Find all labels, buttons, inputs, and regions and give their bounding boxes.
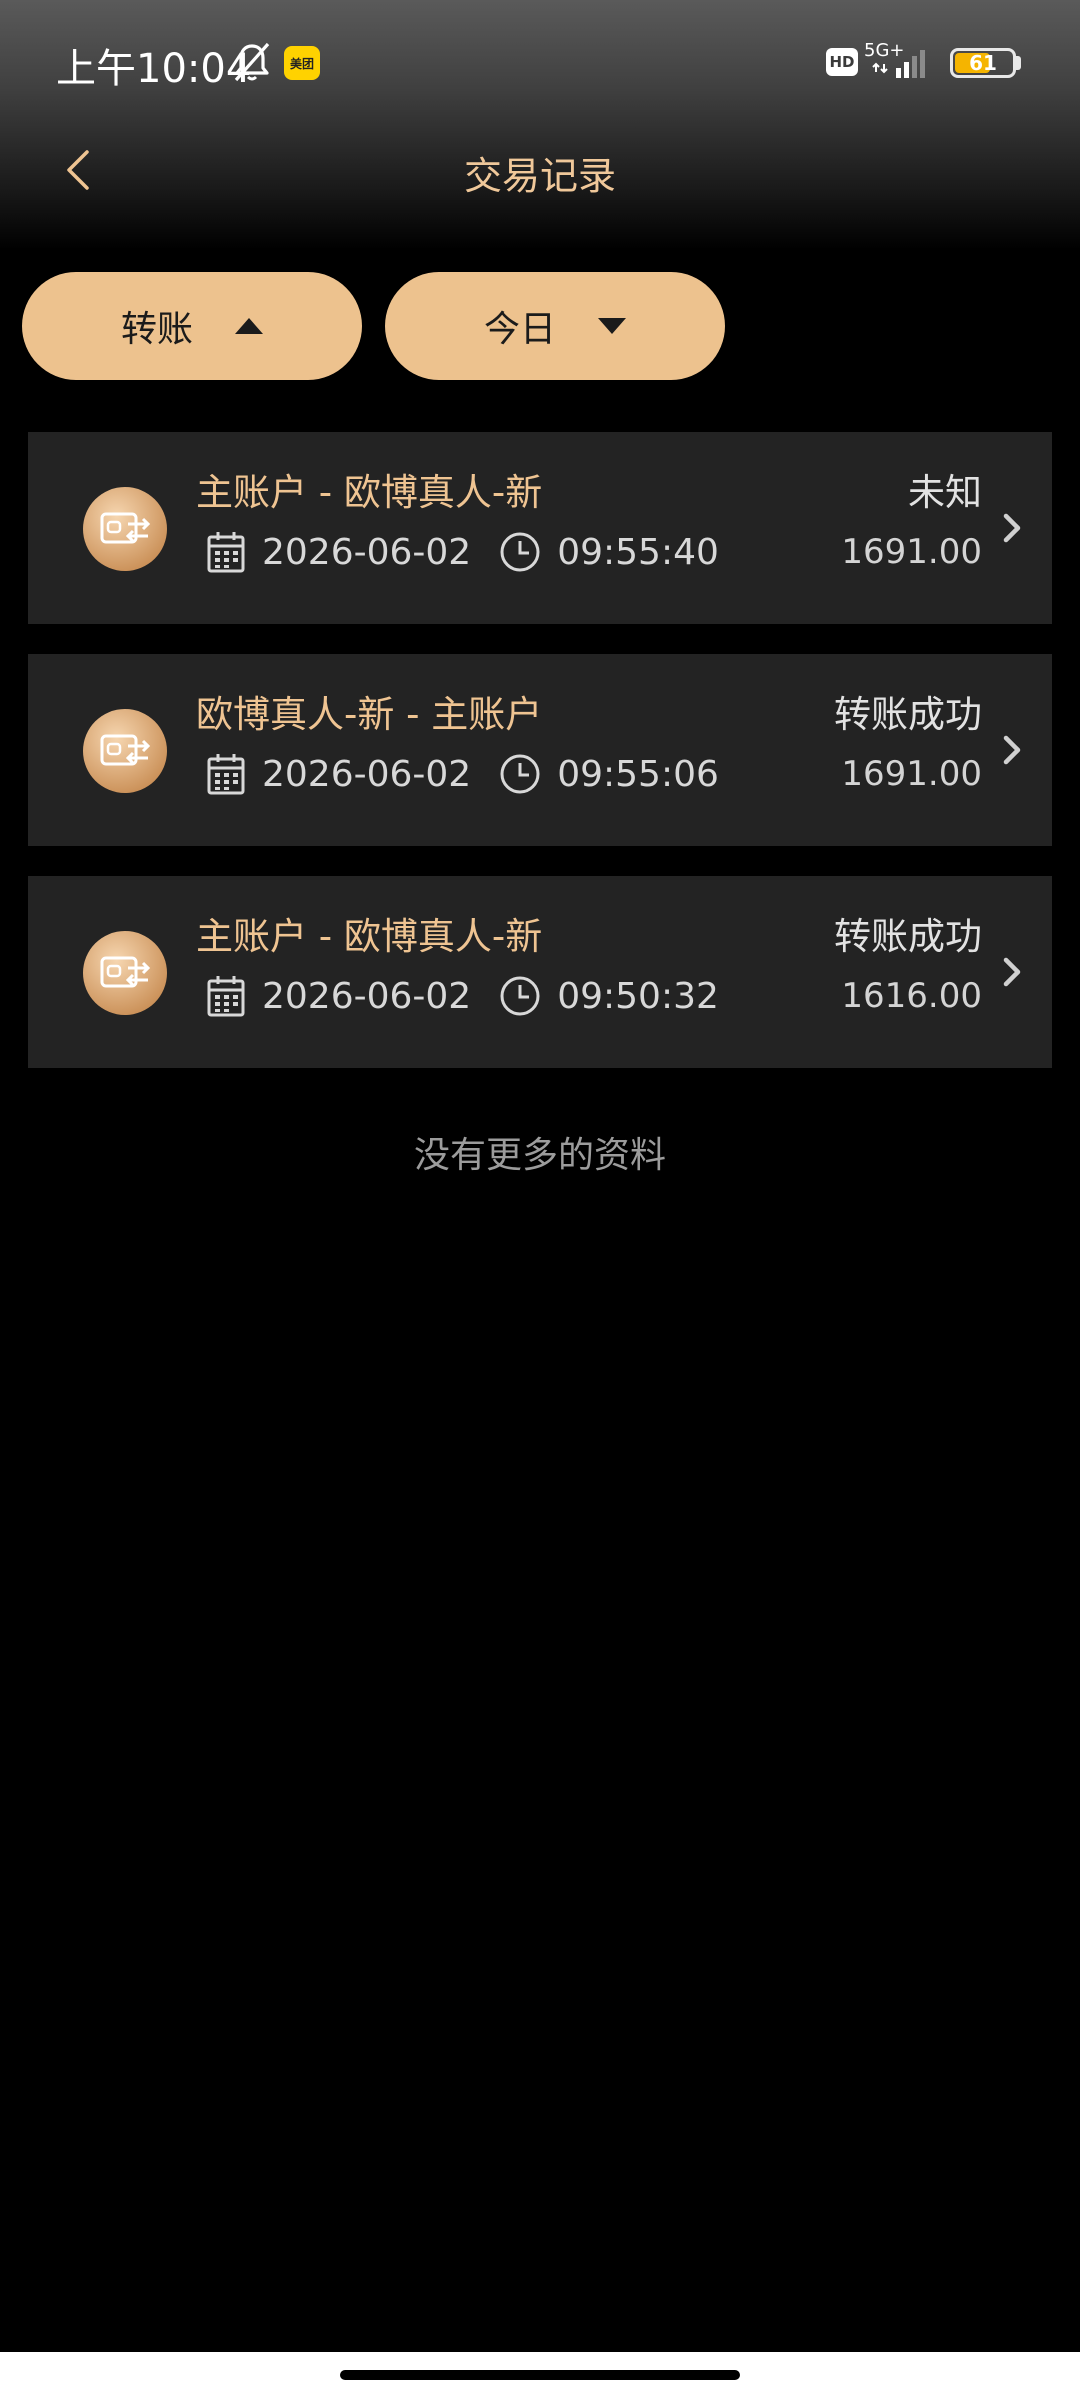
record-time: 09:50:32 [557, 975, 719, 1017]
hd-icon: HD [826, 48, 858, 76]
transaction-records-screen: 上午10:04 美团 HD 5G+ 61 交易记录 转账 今日 主账户 - 欧博… [0, 0, 1080, 2400]
network-type: 5G+ [864, 40, 905, 61]
chevron-right-icon [1003, 735, 1021, 765]
page-title: 交易记录 [463, 154, 616, 198]
record-title: 欧博真人-新 - 主账户 [196, 693, 543, 736]
battery-icon: 61 [950, 48, 1016, 78]
record-status: 未知 [908, 471, 982, 514]
battery-tip [1016, 56, 1021, 70]
record-datetime: 2026-06-02 09:55:06 [206, 750, 719, 798]
status-time: 上午10:04 [56, 46, 252, 92]
date-range-filter[interactable]: 今日 [385, 272, 725, 380]
record-amount: 1616.00 [841, 976, 982, 1016]
transaction-record[interactable]: 欧博真人-新 - 主账户 2026-06-02 09:55:06 转账成功 16… [28, 654, 1052, 846]
calendar-icon [207, 754, 245, 795]
transaction-type-filter[interactable]: 转账 [22, 272, 362, 380]
no-more-data-text: 没有更多的资料 [413, 1135, 666, 1176]
status-bar: 上午10:04 美团 HD 5G+ 61 [0, 0, 1080, 125]
record-date: 2026-06-02 [262, 753, 472, 795]
caret-down-icon [598, 318, 626, 334]
caret-up-icon [235, 318, 263, 334]
transfer-icon [83, 931, 167, 1015]
record-status: 转账成功 [834, 693, 982, 736]
meituan-app-badge: 美团 [284, 46, 320, 80]
transfer-icon [83, 487, 167, 571]
bell-off-icon [234, 42, 270, 82]
chevron-right-icon [1003, 957, 1021, 987]
calendar-icon [207, 532, 245, 573]
record-status: 转账成功 [834, 915, 982, 958]
record-date: 2026-06-02 [262, 975, 472, 1017]
clock-icon [500, 532, 540, 572]
record-datetime: 2026-06-02 09:55:40 [206, 528, 719, 576]
home-indicator[interactable] [340, 2370, 740, 2380]
calendar-icon [207, 976, 245, 1017]
battery-percent: 61 [969, 51, 997, 75]
transaction-record[interactable]: 主账户 - 欧博真人-新 2026-06-02 [28, 876, 1052, 1068]
transaction-record[interactable]: 主账户 - 欧博真人-新 2026-06-02 [28, 432, 1052, 624]
record-datetime: 2026-06-02 09:50:32 [206, 972, 719, 1020]
transfer-icon [83, 709, 167, 793]
clock-icon [500, 754, 540, 794]
date-filter-label: 今日 [483, 309, 556, 350]
type-filter-label: 转账 [120, 309, 193, 350]
record-amount: 1691.00 [841, 754, 982, 794]
record-title: 主账户 - 欧博真人-新 [196, 471, 543, 514]
record-date: 2026-06-02 [262, 531, 472, 573]
clock-icon [500, 976, 540, 1016]
chevron-right-icon [1003, 513, 1021, 543]
record-time: 09:55:40 [557, 531, 719, 573]
record-title: 主账户 - 欧博真人-新 [196, 915, 543, 958]
record-time: 09:55:06 [557, 753, 719, 795]
record-amount: 1691.00 [841, 532, 982, 572]
